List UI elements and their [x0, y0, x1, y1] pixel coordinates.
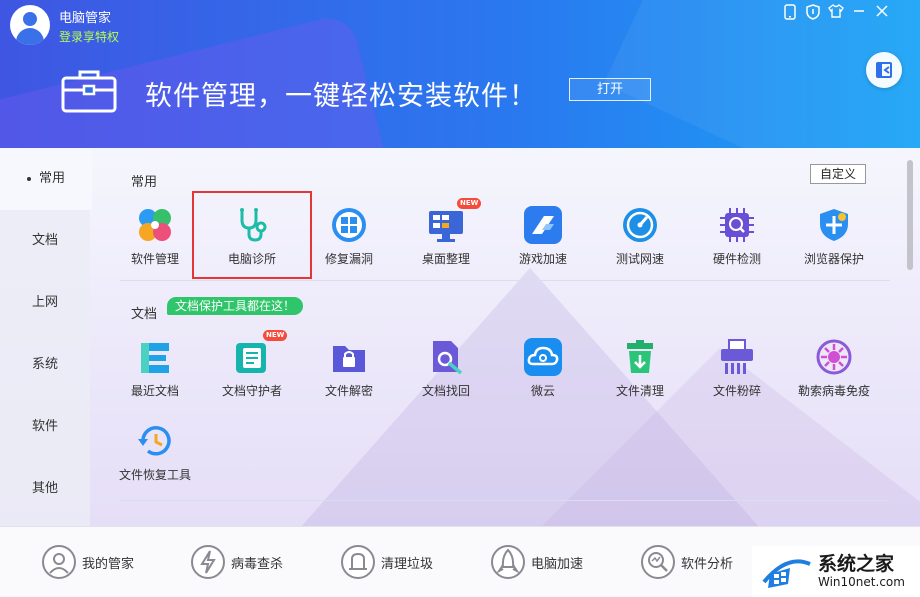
sidebar-item-internet[interactable]: 上网 [0, 272, 90, 334]
shield-icon[interactable] [803, 4, 823, 24]
tile-weiyun[interactable]: 微云 [498, 328, 588, 408]
shredder-icon [718, 338, 756, 376]
tile-fix-vulnerability[interactable]: 修复漏洞 [304, 196, 394, 276]
watermark-title: 系统之家 [818, 553, 895, 575]
docs-promo-tag: 文档保护工具都在这！ [167, 297, 304, 315]
scrollbar[interactable] [907, 160, 913, 270]
app-title: 电脑管家 [59, 11, 112, 26]
tile-browser-protect[interactable]: 浏览器保护 [789, 196, 879, 276]
tile-ransomware-immune[interactable]: 勒索病毒免疫 [789, 328, 879, 408]
recent-docs-icon [136, 338, 174, 376]
tile-desktop-organizer[interactable]: NEW 桌面整理 [401, 196, 491, 276]
close-icon[interactable] [872, 4, 892, 24]
windows-shield-icon [330, 206, 368, 244]
exit-panel-icon[interactable] [866, 52, 902, 88]
tile-file-shred[interactable]: 文件粉碎 [692, 328, 782, 408]
customize-button[interactable]: 自定义 [810, 164, 866, 184]
rocket-icon [491, 545, 525, 579]
new-badge: NEW [263, 330, 288, 341]
header-banner: 电脑管家 登录享特权 软件管理，一键轻松安装软件！ 打开 [0, 0, 920, 148]
category-sidebar: 常用 文档 上网 系统 软件 其他 [0, 148, 92, 526]
sidebar-item-other[interactable]: 其他 [0, 458, 90, 520]
virus-immune-icon [815, 338, 853, 376]
folder-lock-icon [330, 338, 368, 376]
sidebar-item-system[interactable]: 系统 [0, 334, 90, 396]
tile-software-manager[interactable]: 软件管理 [110, 196, 200, 276]
virus-scan-icon [191, 545, 225, 579]
open-button[interactable]: 打开 [569, 78, 651, 101]
tile-doc-guard[interactable]: NEW 文档守护者 [207, 328, 297, 408]
tile-file-clean[interactable]: 文件清理 [595, 328, 685, 408]
tile-game-boost[interactable]: 游戏加速 [498, 196, 588, 276]
minimize-icon[interactable] [849, 4, 869, 24]
section-divider [120, 280, 890, 281]
game-boost-icon [524, 206, 562, 244]
tile-speed-test[interactable]: 测试网速 [595, 196, 685, 276]
content-panel: 常用 文档 上网 系统 软件 其他 常用 自定义 软件管理 电脑诊所 修复漏洞 … [0, 148, 920, 526]
new-badge: NEW [457, 198, 482, 209]
avatar[interactable] [10, 5, 50, 45]
section-title-common: 常用 [131, 175, 158, 190]
login-link[interactable]: 登录享特权 [59, 28, 119, 45]
vacuum-icon [341, 545, 375, 579]
cloud-icon [524, 338, 562, 376]
section-title-docs: 文档 [131, 307, 158, 322]
sidebar-item-software[interactable]: 软件 [0, 396, 90, 458]
sidebar-item-docs[interactable]: 文档 [0, 210, 90, 272]
analysis-icon [641, 545, 675, 579]
tile-doc-recover[interactable]: 文档找回 [401, 328, 491, 408]
tile-file-restore[interactable]: 文件恢复工具 [110, 412, 200, 492]
section-divider [120, 500, 890, 501]
banner-text: 软件管理，一键轻松安装软件！ [145, 81, 537, 112]
watermark-logo-icon [760, 552, 814, 592]
speedometer-icon [621, 206, 659, 244]
tile-file-decrypt[interactable]: 文件解密 [304, 328, 394, 408]
skin-icon[interactable] [826, 4, 846, 24]
file-restore-icon [136, 422, 174, 460]
monitor-icon [427, 206, 465, 244]
trash-icon [621, 338, 659, 376]
tile-recent-docs[interactable]: 最近文档 [110, 328, 200, 408]
butler-icon [42, 545, 76, 579]
clover-icon [136, 206, 174, 244]
sidebar-item-common[interactable]: 常用 [0, 148, 92, 210]
browser-shield-icon [815, 206, 853, 244]
doc-search-icon [427, 338, 465, 376]
selection-highlight [192, 191, 312, 279]
doc-guard-icon [233, 338, 271, 376]
watermark-url: Win10net.com [818, 575, 905, 589]
chip-icon [718, 206, 756, 244]
toolbox-icon [60, 68, 118, 118]
tile-hardware-check[interactable]: 硬件检测 [692, 196, 782, 276]
phone-icon[interactable] [780, 4, 800, 24]
